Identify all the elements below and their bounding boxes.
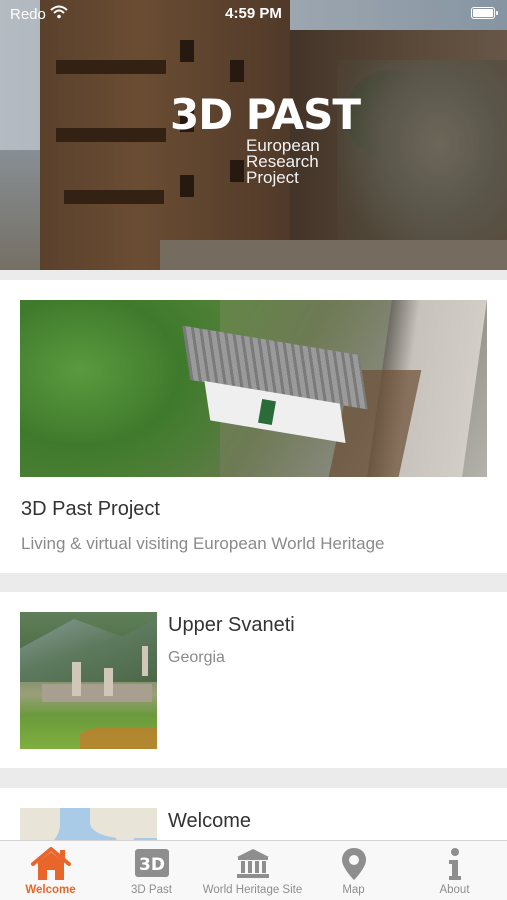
tab-about[interactable]: About	[404, 841, 505, 900]
logo-line: Project	[246, 168, 299, 187]
thumb-houses	[42, 684, 152, 702]
list-item-title: Welcome	[168, 810, 251, 832]
tab-label: 3D Past	[131, 884, 172, 896]
svaneti-thumbnail	[20, 612, 157, 749]
thumb-tower	[142, 646, 148, 676]
list-item-subtitle: Georgia	[168, 649, 225, 666]
logo-title: 3D PAST	[170, 90, 361, 139]
info-icon	[448, 848, 461, 880]
3d-icon: 3D	[134, 849, 169, 877]
map-land	[20, 808, 60, 840]
tab-world-heritage-site[interactable]: World Heritage Site	[202, 841, 303, 900]
welcome-map-thumbnail	[20, 808, 157, 840]
thumb-tower	[104, 668, 113, 696]
tab-label: World Heritage Site	[202, 884, 303, 896]
home-icon	[30, 847, 71, 880]
thumb-flowers	[80, 727, 157, 749]
hero-banner: 3D PAST European Research Project Redo 4…	[0, 0, 507, 270]
project-logo: 3D PAST European Research Project	[170, 90, 361, 187]
battery-icon	[471, 7, 498, 19]
battery-level	[473, 9, 493, 17]
status-bar: Redo 4:59 PM	[0, 0, 507, 28]
thumb-tower	[72, 662, 81, 696]
temple-icon	[236, 849, 269, 878]
card-title: 3D Past Project	[21, 498, 160, 520]
map-pin-icon	[341, 848, 366, 880]
tab-map[interactable]: Map	[303, 841, 404, 900]
list-item[interactable]: Upper Svaneti Georgia	[0, 592, 507, 768]
list-item[interactable]: Welcome	[0, 788, 507, 840]
tab-bar: Welcome 3D 3D Past World Heritage Site M…	[0, 840, 507, 900]
clock: 4:59 PM	[225, 5, 282, 22]
map-land	[115, 818, 135, 840]
thumb-mountain	[20, 612, 157, 682]
project-card[interactable]: 3D Past Project Living & virtual visitin…	[0, 280, 507, 573]
tab-label: Map	[342, 884, 365, 896]
tab-label: About	[439, 884, 470, 896]
list-item-title: Upper Svaneti	[168, 614, 295, 636]
tab-3d-past[interactable]: 3D 3D Past	[101, 841, 202, 900]
tab-label: Welcome	[25, 884, 76, 896]
tab-welcome[interactable]: Welcome	[0, 841, 101, 900]
project-photo	[20, 300, 487, 477]
svg-text:3D: 3D	[139, 855, 165, 875]
card-subtitle: Living & virtual visiting European World…	[21, 534, 385, 553]
